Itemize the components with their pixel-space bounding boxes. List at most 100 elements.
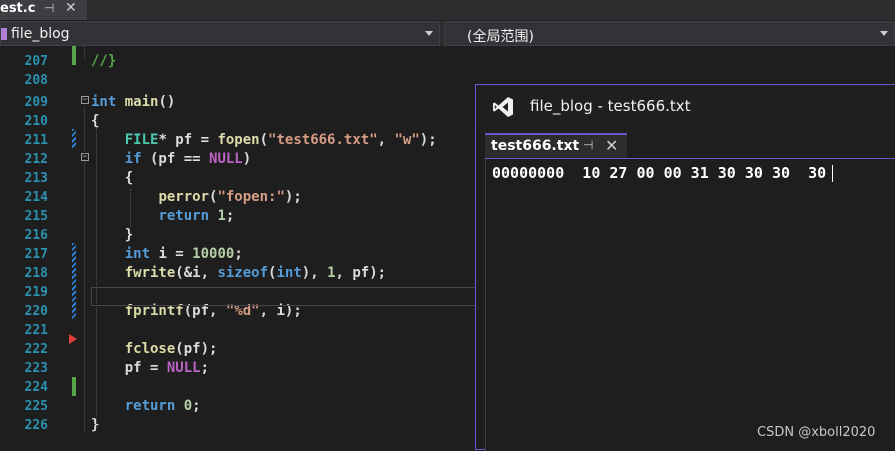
project-dropdown[interactable]: file_blog bbox=[0, 21, 440, 46]
code-token: ; bbox=[225, 208, 235, 224]
tab-title[interactable]: est.c bbox=[0, 1, 35, 16]
line-number: 220 bbox=[24, 304, 48, 319]
indent-guide bbox=[84, 107, 85, 432]
code-text: { bbox=[91, 113, 99, 129]
unsaved-change-marker bbox=[72, 129, 76, 148]
pin-icon[interactable]: ⊣ bbox=[583, 138, 593, 152]
code-text: perror("fopen:"); bbox=[91, 189, 301, 205]
code-text: return 1; bbox=[91, 208, 234, 224]
pin-icon[interactable]: ⊣ bbox=[44, 1, 54, 15]
execution-arrow-icon[interactable] bbox=[69, 334, 77, 344]
code-token: (&i, bbox=[175, 265, 218, 281]
code-token: int bbox=[276, 265, 302, 281]
code-token: i = bbox=[150, 246, 193, 262]
code-token: 1 bbox=[217, 208, 226, 224]
hex-content-area[interactable]: 00000000 10 27 00 00 31 30 30 30 30 bbox=[485, 159, 895, 451]
code-token: , pf); bbox=[335, 265, 387, 281]
project-name: file_blog bbox=[11, 26, 70, 42]
file-viewer-window[interactable]: file_blog - test666.txt test666.txt ⊣ ✕ … bbox=[475, 84, 895, 451]
tab-test666[interactable]: test666.txt ⊣ ✕ bbox=[485, 133, 627, 158]
code-token: fwrite bbox=[124, 265, 176, 281]
scope-label: (全局范围) bbox=[467, 29, 534, 45]
chevron-down-icon[interactable] bbox=[425, 31, 433, 36]
code-token: { bbox=[91, 170, 134, 186]
code-token: ), bbox=[301, 265, 328, 281]
viewer-title: file_blog - test666.txt bbox=[530, 97, 691, 115]
code-token: "fopen:" bbox=[217, 189, 285, 205]
navigation-bar: file_blog (全局范围) bbox=[0, 21, 895, 46]
code-token: ; bbox=[200, 360, 210, 376]
code-text: FILE* pf = fopen("test666.txt", "w"); bbox=[91, 132, 437, 148]
line-number: 207 bbox=[24, 54, 48, 69]
code-text: return 0; bbox=[91, 398, 201, 414]
visual-studio-logo-icon bbox=[493, 97, 513, 117]
code-token: ) bbox=[242, 151, 252, 167]
line-number: 219 bbox=[24, 285, 48, 300]
close-icon[interactable]: ✕ bbox=[65, 0, 77, 16]
close-icon[interactable]: ✕ bbox=[605, 136, 618, 155]
scope-dropdown[interactable]: (全局范围) bbox=[444, 21, 895, 46]
code-token: NULL bbox=[209, 151, 243, 167]
tab-label[interactable]: test666.txt bbox=[491, 138, 579, 154]
code-token: return bbox=[158, 208, 210, 224]
indent-guide bbox=[96, 128, 97, 426]
code-token: fopen bbox=[217, 132, 260, 148]
line-number: 213 bbox=[24, 171, 48, 186]
code-text: int main() bbox=[91, 94, 175, 110]
tab-test-c[interactable]: est.c ⊣ ✕ bbox=[0, 0, 87, 20]
line-number: 210 bbox=[24, 114, 48, 129]
line-number: 214 bbox=[24, 190, 48, 205]
code-token: int bbox=[91, 94, 117, 110]
code-token: main bbox=[124, 94, 159, 110]
code-token: FILE bbox=[124, 132, 159, 148]
code-token: if bbox=[124, 151, 142, 167]
line-number: 218 bbox=[24, 266, 48, 281]
code-token: ; bbox=[192, 398, 201, 414]
code-token: "w" bbox=[394, 132, 420, 148]
code-text: //} bbox=[91, 53, 116, 69]
line-number: 209 bbox=[24, 95, 48, 110]
code-token: , bbox=[377, 132, 395, 148]
saved-change-marker bbox=[72, 46, 76, 65]
code-text: fclose(pf); bbox=[91, 341, 218, 357]
code-token: } bbox=[91, 227, 134, 243]
code-token: fclose bbox=[124, 341, 176, 357]
line-number: 224 bbox=[24, 380, 48, 395]
code-token: { bbox=[91, 113, 100, 129]
code-token: 0 bbox=[183, 398, 193, 414]
code-text: } bbox=[91, 227, 133, 243]
hex-line: 00000000 10 27 00 00 31 30 30 30 30 bbox=[492, 164, 834, 182]
viewer-title-bar[interactable]: file_blog - test666.txt bbox=[476, 85, 895, 127]
collapse-toggle-icon[interactable]: − bbox=[81, 153, 89, 162]
chevron-down-icon[interactable] bbox=[880, 31, 888, 36]
code-token: ( bbox=[259, 132, 269, 148]
code-text: { bbox=[91, 170, 133, 186]
code-token: NULL bbox=[166, 360, 201, 376]
code-line[interactable]: 207 //} bbox=[0, 52, 895, 71]
code-token: (pf == bbox=[141, 151, 210, 167]
line-number: 215 bbox=[24, 209, 48, 224]
line-number: 212 bbox=[24, 152, 48, 167]
collapse-toggle-icon[interactable]: − bbox=[81, 96, 89, 105]
code-token: //} bbox=[91, 53, 117, 69]
current-line-highlight bbox=[91, 287, 481, 306]
code-token: () bbox=[158, 94, 176, 110]
code-token: 10000 bbox=[192, 246, 235, 262]
line-number: 211 bbox=[24, 133, 48, 148]
line-number: 217 bbox=[24, 247, 48, 262]
hex-text: 00000000 10 27 00 00 31 30 30 30 30 bbox=[492, 164, 827, 182]
line-number: 221 bbox=[24, 323, 48, 338]
code-token: (pf); bbox=[175, 341, 218, 357]
code-text: int i = 10000; bbox=[91, 246, 243, 262]
project-icon bbox=[1, 28, 7, 40]
indent-guide bbox=[130, 189, 131, 227]
line-number: 226 bbox=[24, 418, 48, 433]
unsaved-change-marker bbox=[72, 243, 76, 319]
line-number: 223 bbox=[24, 361, 48, 376]
line-number: 216 bbox=[24, 228, 48, 243]
code-token: ; bbox=[234, 246, 243, 262]
